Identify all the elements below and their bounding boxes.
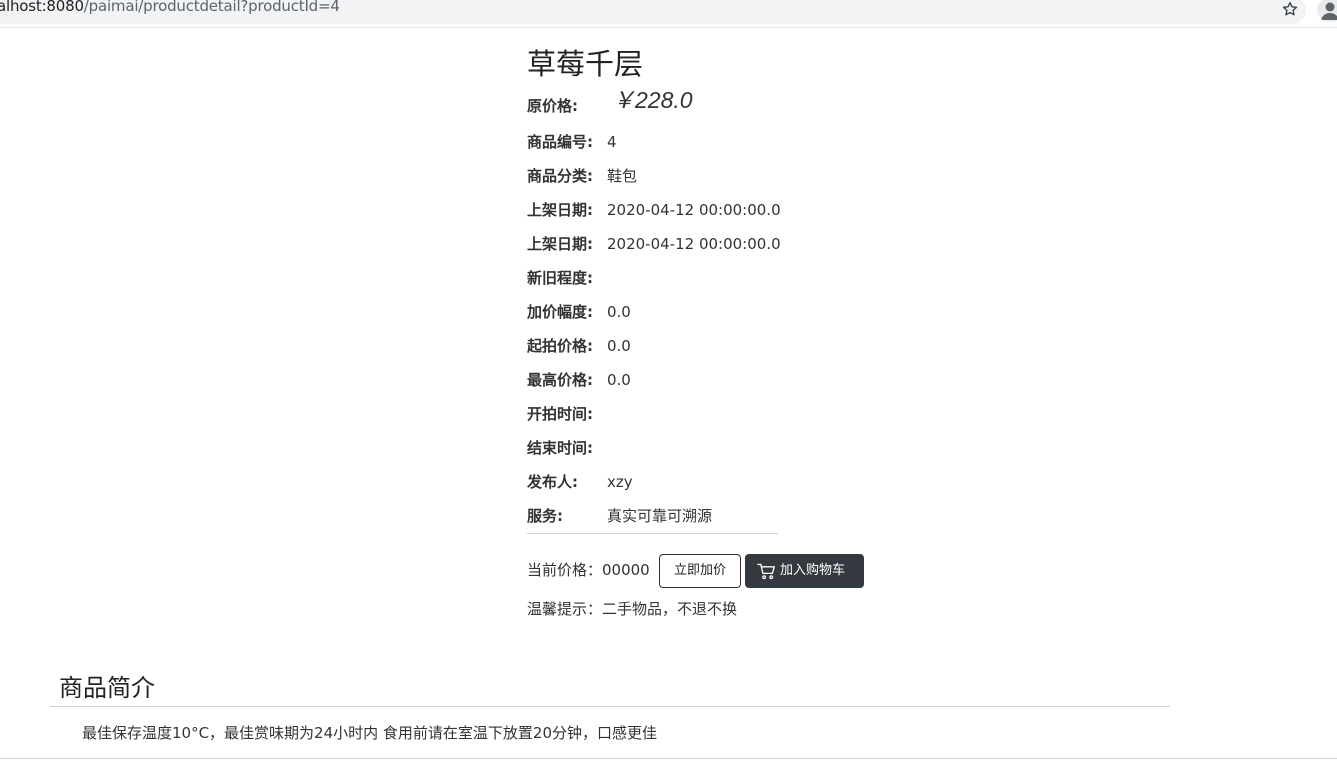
- field-label: 新旧程度:: [527, 269, 593, 287]
- field-value: 2020-04-12 00:00:00.0: [607, 235, 781, 253]
- field-label: 商品分类:: [527, 167, 593, 185]
- product-detail: 草莓千层 原价格: ￥228.0 商品编号: 4 商品分类: 鞋包 上架日期: …: [527, 44, 867, 618]
- field-label: 发布人:: [527, 473, 578, 491]
- field-label: 加价幅度:: [527, 303, 593, 321]
- field-value: 2020-04-12 00:00:00.0: [607, 201, 781, 219]
- original-price-label: 原价格:: [527, 97, 578, 115]
- field-label: 开拍时间:: [527, 405, 593, 423]
- intro-heading: 商品简介: [59, 674, 155, 702]
- product-title: 草莓千层: [527, 47, 644, 81]
- field-label: 服务:: [527, 507, 563, 525]
- field-value: 真实可靠可溯源: [607, 507, 713, 525]
- bottom-divider: [0, 758, 1337, 759]
- divider: [527, 533, 778, 534]
- address-bar[interactable]: ocalhost:8080/paimai/productdetail?produ…: [0, 0, 1306, 24]
- field-value: 0.0: [607, 303, 631, 321]
- intro-divider: [50, 706, 1170, 707]
- url-text[interactable]: ocalhost:8080/paimai/productdetail?produ…: [0, 0, 340, 15]
- field-label: 商品编号:: [527, 133, 593, 151]
- field-label: 起拍价格:: [527, 337, 593, 355]
- bookmark-star-icon[interactable]: [1281, 0, 1299, 18]
- add-to-cart-button[interactable]: 加入购物车: [745, 554, 864, 588]
- url-host: ocalhost:8080: [0, 0, 84, 15]
- url-path: /paimai/productdetail?productId=4: [83, 0, 340, 15]
- field-label: 结束时间:: [527, 439, 593, 457]
- warm-tip: 温馨提示：二手物品，不退不换: [527, 600, 738, 618]
- browser-toolbar: ocalhost:8080/paimai/productdetail?produ…: [0, 0, 1337, 28]
- field-value: 鞋包: [607, 167, 638, 185]
- current-price: 当前价格：00000: [527, 561, 650, 579]
- intro-text: 最佳保存温度10°C，最佳赏味期为24小时内 食用前请在室温下放置20分钟，口感…: [82, 724, 658, 742]
- profile-avatar-icon[interactable]: [1317, 0, 1337, 22]
- field-label: 上架日期:: [527, 201, 593, 219]
- field-label: 上架日期:: [527, 235, 593, 253]
- cart-button-label: 加入购物车: [780, 563, 846, 578]
- field-value: xzy: [607, 473, 633, 491]
- field-value: 4: [607, 133, 617, 151]
- original-price-value: ￥228.0: [612, 87, 693, 113]
- field-value: 0.0: [607, 371, 631, 389]
- cart-icon: [757, 563, 775, 580]
- raise-bid-button[interactable]: 立即加价: [659, 554, 741, 588]
- field-value: 0.0: [607, 337, 631, 355]
- field-label: 最高价格:: [527, 371, 593, 389]
